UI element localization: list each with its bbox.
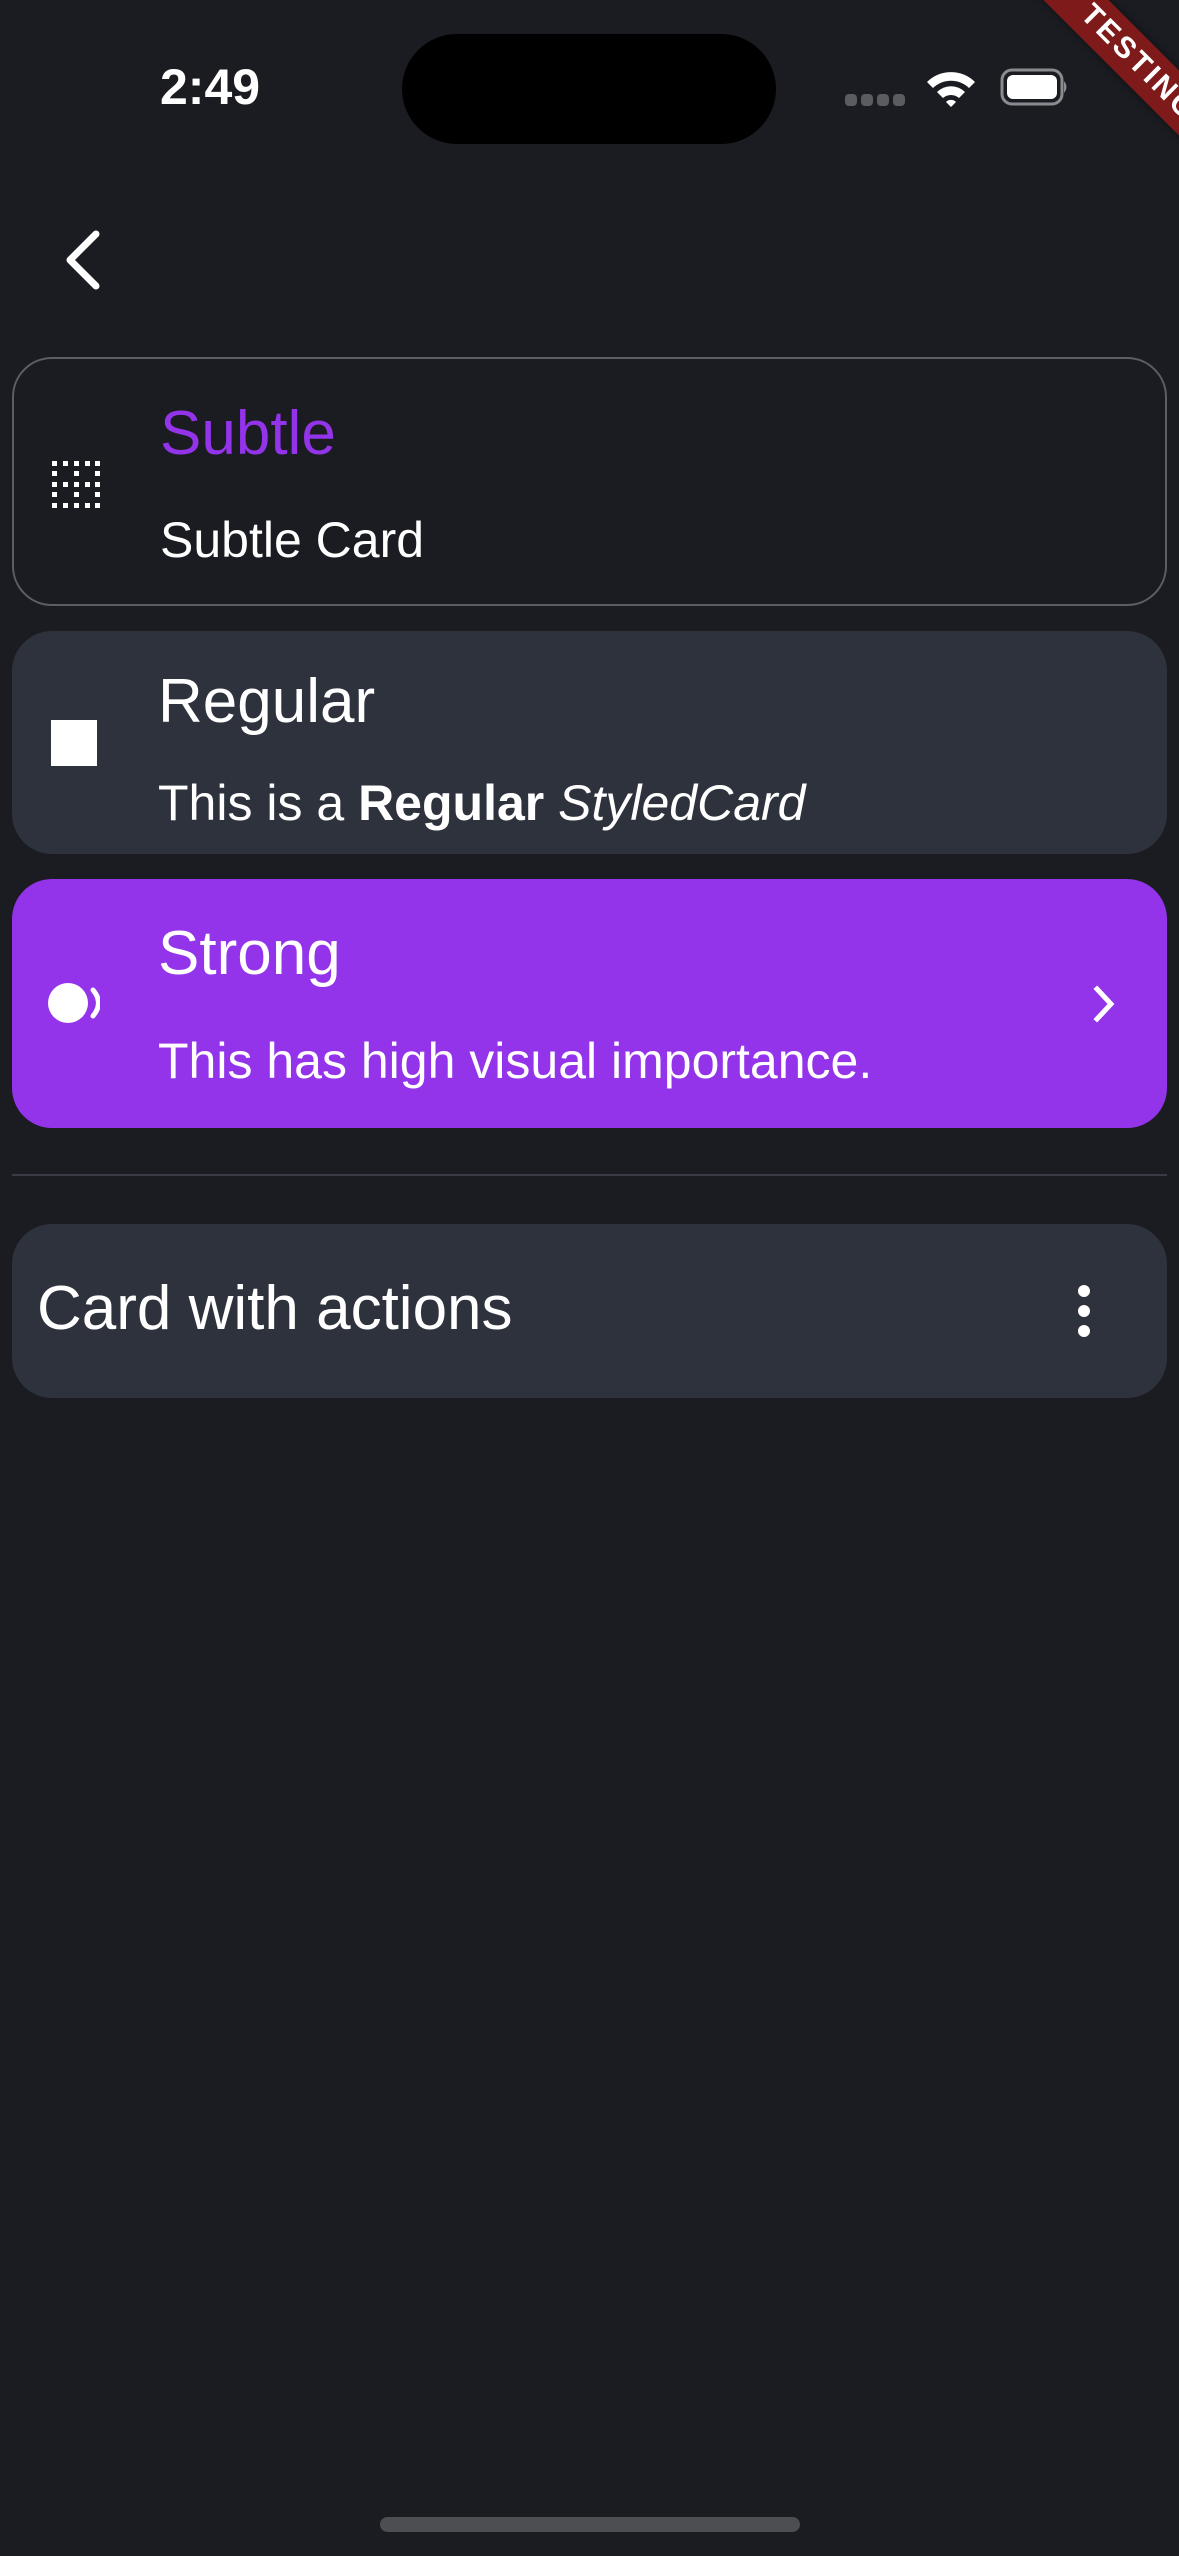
subtle-card-subtitle: Subtle Card: [160, 512, 425, 568]
chevron-right-icon[interactable]: [1085, 979, 1125, 1029]
subtle-card-title: Subtle: [160, 399, 336, 468]
regular-card[interactable]: Regular This is a Regular StyledCard: [12, 631, 1167, 854]
square-filled-icon: [51, 720, 97, 766]
dynamic-island: [402, 34, 776, 144]
actions-card-title: Card with actions: [37, 1274, 513, 1343]
chevron-left-icon: [66, 230, 100, 290]
more-actions-button[interactable]: [1049, 1269, 1119, 1353]
cellular-signal-dots-icon: [845, 94, 905, 106]
more-vertical-icon: [1078, 1285, 1090, 1337]
battery-icon: [1000, 68, 1067, 106]
strong-card-title: Strong: [158, 919, 341, 988]
subtitle-italic: StyledCard: [558, 775, 806, 831]
actions-card[interactable]: Card with actions: [12, 1224, 1167, 1398]
back-button[interactable]: [44, 212, 124, 308]
status-time: 2:49: [160, 59, 261, 115]
regular-card-title: Regular: [158, 667, 376, 736]
subtitle-prefix: This is a: [158, 775, 359, 831]
subtitle-bold: Regular: [358, 775, 545, 831]
strong-card[interactable]: Strong This has high visual importance.: [12, 879, 1167, 1128]
strong-card-subtitle: This has high visual importance.: [158, 1033, 873, 1089]
subtle-card[interactable]: Subtle Subtle Card: [12, 357, 1167, 606]
regular-card-subtitle: This is a Regular StyledCard: [158, 778, 805, 828]
home-indicator[interactable]: [380, 2517, 800, 2532]
wifi-icon: [927, 72, 975, 107]
contrast-circle-icon: [48, 983, 100, 1023]
subtitle-space: [544, 775, 558, 831]
border-clear-dotted-grid-icon: [52, 461, 100, 508]
section-divider: [12, 1174, 1167, 1176]
